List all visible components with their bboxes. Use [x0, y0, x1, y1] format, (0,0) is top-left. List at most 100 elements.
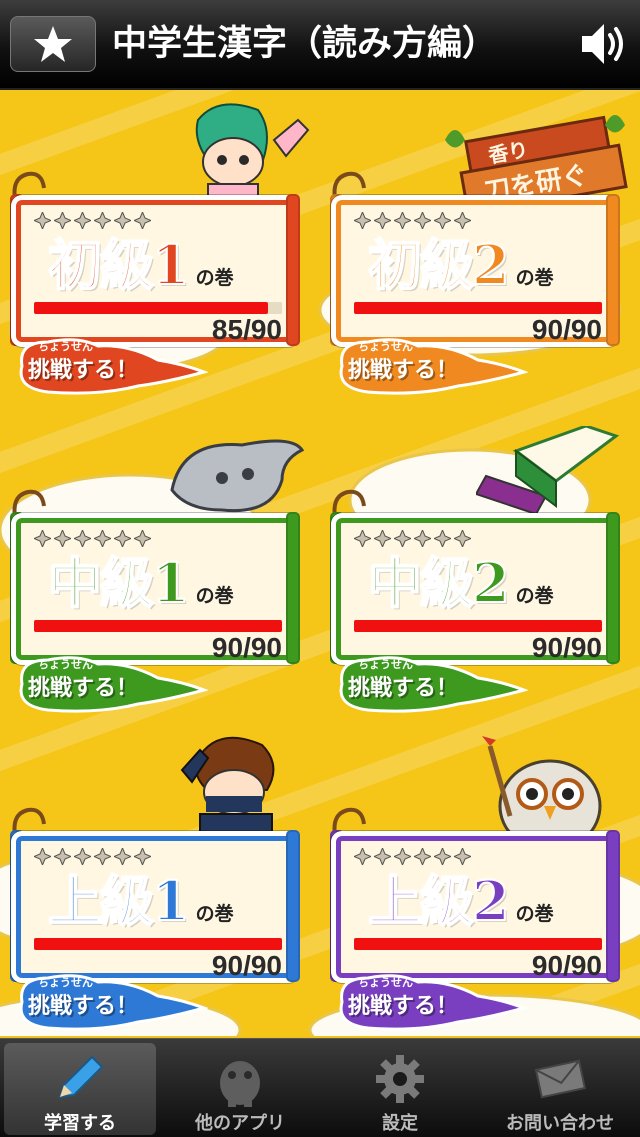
rating-stars: [32, 210, 153, 232]
level-card[interactable]: 中級2 の巻 90/90 ちょうせん 挑戦する！: [328, 468, 622, 713]
shuriken-icon: [412, 846, 433, 867]
gear-icon: [376, 1055, 424, 1103]
shuriken-icon: [412, 528, 433, 549]
shuriken-icon: [72, 846, 93, 867]
speaker-icon: [582, 24, 623, 64]
challenge-label: 挑戦する！: [28, 675, 139, 701]
level-card[interactable]: 上級2 の巻 90/90 ちょうせん 挑戦する！: [328, 786, 622, 1031]
bottom-tab-bar: 学習する 他のアプリ 設定 お問い合わせ: [0, 1038, 640, 1137]
challenge-label: 挑戦する！: [348, 675, 459, 701]
shuriken-icon: [52, 528, 73, 549]
shuriken-icon: [352, 846, 373, 867]
progress-fill: [354, 302, 602, 314]
progress-bar: [354, 620, 602, 632]
shuriken-icon: [92, 846, 113, 867]
shuriken-icon: [32, 210, 53, 231]
level-name: 中級1: [47, 550, 191, 616]
level-card[interactable]: 上級1 の巻 90/90 ちょうせん 挑戦する！: [8, 786, 302, 1031]
level-title: 中級1 の巻: [47, 548, 288, 618]
challenge-label: 挑戦する！: [28, 357, 139, 383]
rating-stars: [352, 528, 473, 550]
level-suffix: の巻: [195, 903, 234, 925]
tab-label: 他のアプリ: [195, 1113, 285, 1134]
level-name: 初級2: [367, 232, 511, 298]
shuriken-icon: [452, 528, 473, 549]
tab-label: お問い合わせ: [506, 1113, 614, 1134]
scroll-rod-right: [286, 512, 300, 664]
shuriken-icon: [392, 210, 413, 231]
level-suffix: の巻: [515, 903, 554, 925]
shuriken-icon: [372, 846, 393, 867]
shuriken-icon: [452, 846, 473, 867]
challenge-button[interactable]: ちょうせん 挑戦する！: [8, 654, 208, 714]
level-card[interactable]: 初級2 の巻 90/90 ちょうせん 挑戦する！: [328, 150, 622, 395]
favorite-button[interactable]: [10, 16, 96, 72]
shuriken-icon: [392, 846, 413, 867]
challenge-button[interactable]: ちょうせん 挑戦する！: [328, 972, 528, 1032]
progress-fill: [354, 938, 602, 950]
progress-fill: [34, 302, 269, 314]
level-title: 上級1 の巻: [47, 866, 288, 936]
challenge-button[interactable]: ちょうせん 挑戦する！: [8, 972, 208, 1032]
rating-stars: [32, 846, 153, 868]
level-card[interactable]: 中級1 の巻 90/90 ちょうせん 挑戦する！: [8, 468, 302, 713]
shuriken-icon: [32, 528, 53, 549]
challenge-label: 挑戦する！: [348, 993, 459, 1019]
scroll-rod-right: [606, 512, 620, 664]
shuriken-icon: [32, 846, 53, 867]
shuriken-icon: [132, 210, 153, 231]
level-title: 初級1 の巻: [47, 230, 288, 300]
top-navigation-bar: 中学生漢字（読み方編）: [0, 0, 640, 90]
progress-bar: [354, 302, 602, 314]
tab-other-apps[interactable]: 他のアプリ: [164, 1043, 316, 1135]
level-title: 中級2 の巻: [367, 548, 608, 618]
level-name: 上級1: [47, 868, 191, 934]
sound-toggle-button[interactable]: [578, 20, 630, 68]
shuriken-icon: [352, 210, 373, 231]
challenge-label: 挑戦する！: [28, 993, 139, 1019]
scroll-rod-right: [606, 830, 620, 982]
tab-study[interactable]: 学習する: [4, 1043, 156, 1135]
level-name: 初級1: [47, 232, 191, 298]
shuriken-icon: [52, 846, 73, 867]
level-suffix: の巻: [515, 267, 554, 289]
progress-bar: [354, 938, 602, 950]
shuriken-icon: [432, 210, 453, 231]
progress-fill: [34, 620, 282, 632]
rating-stars: [32, 528, 153, 550]
shuriken-icon: [92, 528, 113, 549]
tab-contact[interactable]: お問い合わせ: [484, 1043, 636, 1135]
shuriken-icon: [72, 210, 93, 231]
shuriken-icon: [432, 846, 453, 867]
shuriken-icon: [432, 528, 453, 549]
challenge-button[interactable]: ちょうせん 挑戦する！: [328, 654, 528, 714]
rating-stars: [352, 846, 473, 868]
shuriken-icon: [132, 846, 153, 867]
shuriken-icon: [112, 210, 133, 231]
mascot-icon: [220, 1061, 260, 1107]
level-name: 上級2: [367, 868, 511, 934]
shuriken-icon: [352, 528, 373, 549]
tab-label: 設定: [382, 1113, 418, 1134]
progress-fill: [354, 620, 602, 632]
tab-label: 学習する: [44, 1113, 116, 1134]
challenge-button[interactable]: ちょうせん 挑戦する！: [328, 336, 528, 396]
level-card[interactable]: 初級1 の巻 85/90 ちょうせん 挑戦する！: [8, 150, 302, 395]
pencil-icon: [58, 1055, 104, 1099]
progress-fill: [34, 938, 282, 950]
star-icon: [34, 26, 72, 62]
level-name: 中級2: [367, 550, 511, 616]
shuriken-icon: [372, 528, 393, 549]
tab-settings[interactable]: 設定: [324, 1043, 476, 1135]
shuriken-icon: [112, 846, 133, 867]
rating-stars: [352, 210, 473, 232]
challenge-label: 挑戦する！: [348, 357, 459, 383]
shuriken-icon: [72, 528, 93, 549]
progress-bar: [34, 620, 282, 632]
shuriken-icon: [112, 528, 133, 549]
challenge-button[interactable]: ちょうせん 挑戦する！: [8, 336, 208, 396]
page-title: 中学生漢字（読み方編）: [112, 24, 498, 64]
level-suffix: の巻: [195, 585, 234, 607]
shuriken-icon: [132, 528, 153, 549]
shuriken-icon: [92, 210, 113, 231]
